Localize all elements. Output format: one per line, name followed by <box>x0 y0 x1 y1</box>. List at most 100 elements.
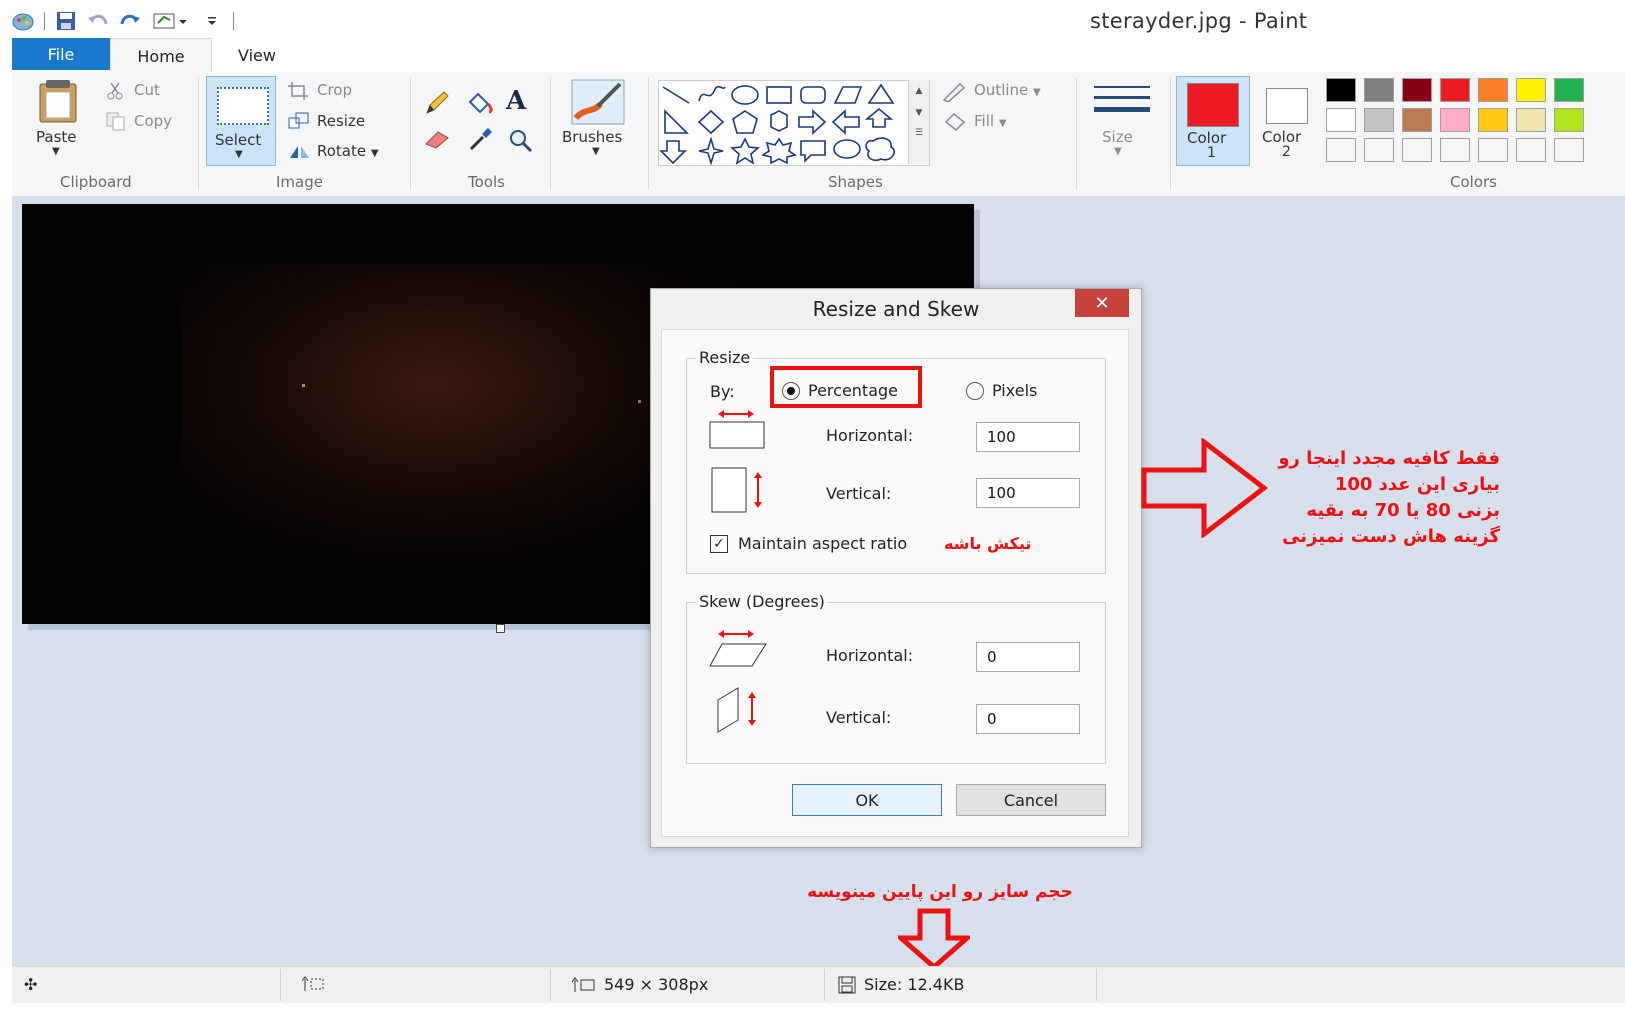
size-dropdown-icon[interactable]: ▼ <box>1114 146 1122 157</box>
palette-swatch[interactable] <box>1326 108 1356 132</box>
qat-dropdown-icon[interactable] <box>201 10 223 32</box>
color-picker-icon[interactable] <box>468 126 494 156</box>
percentage-radio[interactable] <box>782 382 800 400</box>
shapes-gallery[interactable] <box>658 80 930 166</box>
palette-swatch[interactable] <box>1440 108 1470 132</box>
undo-icon[interactable] <box>87 10 109 32</box>
shapes-grid-icon <box>659 83 896 166</box>
palette-swatch[interactable] <box>1402 78 1432 102</box>
cut-button[interactable]: Cut <box>134 81 160 99</box>
skew-legend: Skew (Degrees) <box>696 592 828 611</box>
paste-button[interactable] <box>36 78 80 128</box>
palette-swatch[interactable] <box>1364 78 1394 102</box>
palette-empty-swatch[interactable] <box>1478 138 1508 162</box>
shapes-scroll-down-icon[interactable]: ▼ <box>909 108 929 118</box>
annotation-down-arrow-icon <box>894 908 974 974</box>
copy-button[interactable]: Copy <box>134 112 172 130</box>
select-button[interactable]: Select ▼ <box>206 76 276 166</box>
paste-dropdown-icon[interactable]: ▼ <box>52 146 60 157</box>
palette-swatch[interactable] <box>1364 108 1394 132</box>
ok-button[interactable]: OK <box>792 784 942 816</box>
brushes-icon[interactable] <box>570 78 626 130</box>
tab-view[interactable]: View <box>212 38 302 72</box>
tab-home[interactable]: Home <box>110 38 212 73</box>
group-separator <box>1170 78 1171 190</box>
palette-empty-swatch[interactable] <box>1402 138 1432 162</box>
annotation-line: فقط کافیه مجدد اینجا رو <box>1278 448 1500 469</box>
palette-empty-swatch[interactable] <box>1440 138 1470 162</box>
annotation-line: گزینه هاش دست نمیزنی <box>1282 526 1500 547</box>
maintain-aspect-checkbox[interactable]: ✓ <box>710 535 728 553</box>
color1-button[interactable]: Color 1 <box>1176 76 1250 166</box>
outline-dropdown-icon: ▼ <box>1033 87 1041 98</box>
text-tool-icon[interactable]: A <box>506 86 526 116</box>
eraser-icon[interactable] <box>424 128 452 154</box>
fill-dropdown-icon: ▼ <box>998 118 1007 129</box>
image-dimensions-icon <box>572 976 595 992</box>
skew-section <box>686 602 1106 764</box>
pixels-label[interactable]: Pixels <box>992 381 1037 400</box>
palette-swatch[interactable] <box>1440 78 1470 102</box>
resize-icon <box>288 112 310 134</box>
paste-label: Paste <box>36 128 77 146</box>
customize-quick-access-icon[interactable] <box>151 10 191 32</box>
palette-empty-swatch[interactable] <box>1326 138 1356 162</box>
pixels-radio[interactable] <box>966 382 984 400</box>
save-icon[interactable] <box>55 10 77 32</box>
status-separator <box>1096 969 1097 1001</box>
palette-swatch[interactable] <box>1516 108 1546 132</box>
color-palette <box>1326 78 1625 168</box>
resize-horizontal-input[interactable] <box>976 422 1080 452</box>
palette-swatch[interactable] <box>1478 108 1508 132</box>
skew-vertical-input[interactable] <box>976 704 1080 734</box>
colors-group-label: Colors <box>1450 173 1497 191</box>
skew-horizontal-input[interactable] <box>976 642 1080 672</box>
cancel-button[interactable]: Cancel <box>956 784 1106 816</box>
redo-icon[interactable] <box>119 10 141 32</box>
resize-vertical-input[interactable] <box>976 478 1080 508</box>
resize-button[interactable]: Resize <box>317 112 365 130</box>
color1-swatch <box>1187 83 1239 127</box>
color2-swatch <box>1266 88 1308 124</box>
rotate-button[interactable]: Rotate ▼ <box>317 142 379 160</box>
brushes-dropdown-icon[interactable]: ▼ <box>592 146 600 157</box>
percentage-label[interactable]: Percentage <box>808 381 898 400</box>
disk-icon <box>838 976 856 993</box>
palette-swatch[interactable] <box>1326 78 1356 102</box>
select-icon <box>217 87 269 125</box>
magnifier-icon[interactable] <box>508 128 534 158</box>
shapes-expand-icon[interactable]: ☰ <box>909 128 929 138</box>
maintain-aspect-label[interactable]: Maintain aspect ratio <box>738 534 907 553</box>
size-icon[interactable] <box>1092 82 1152 126</box>
tab-file[interactable]: File <box>12 38 110 70</box>
resize-skew-dialog: Resize and Skew ✕ Resize By: Percentage … <box>650 288 1142 848</box>
select-dropdown-icon: ▼ <box>235 149 243 160</box>
pencil-icon[interactable] <box>424 90 450 120</box>
palette-swatch[interactable] <box>1478 78 1508 102</box>
palette-swatch[interactable] <box>1402 108 1432 132</box>
palette-swatch[interactable] <box>1554 108 1584 132</box>
palette-empty-swatch[interactable] <box>1516 138 1546 162</box>
canvas-resize-handle[interactable] <box>496 624 505 633</box>
palette-swatch[interactable] <box>1554 78 1584 102</box>
fill-bucket-icon[interactable] <box>464 90 494 120</box>
crop-button[interactable]: Crop <box>317 81 352 99</box>
outline-button[interactable]: Outline ▼ <box>974 81 1041 99</box>
outline-label: Outline <box>974 81 1029 99</box>
close-icon[interactable]: ✕ <box>1075 289 1129 317</box>
palette-empty-swatch[interactable] <box>1364 138 1394 162</box>
brushes-label[interactable]: Brushes <box>562 128 622 146</box>
paint-app-icon[interactable] <box>12 10 34 32</box>
fill-label: Fill <box>974 112 995 130</box>
color2-button[interactable]: Color 2 <box>1252 76 1322 166</box>
size-label[interactable]: Size <box>1102 128 1133 146</box>
palette-swatch[interactable] <box>1516 78 1546 102</box>
shapes-scroll-up-icon[interactable]: ▲ <box>909 86 929 96</box>
fill-button[interactable]: Fill ▼ <box>974 112 1007 130</box>
palette-empty-swatch[interactable] <box>1554 138 1584 162</box>
outline-icon <box>942 82 968 106</box>
shapes-scroll[interactable]: ▲ ▼ ☰ <box>908 80 929 164</box>
annotation-line: بیاری این عدد 100 <box>1334 474 1500 495</box>
annotation-line: بزنی 80 یا 70 به بقیه <box>1306 500 1500 521</box>
rotate-dropdown-icon: ▼ <box>370 148 379 159</box>
